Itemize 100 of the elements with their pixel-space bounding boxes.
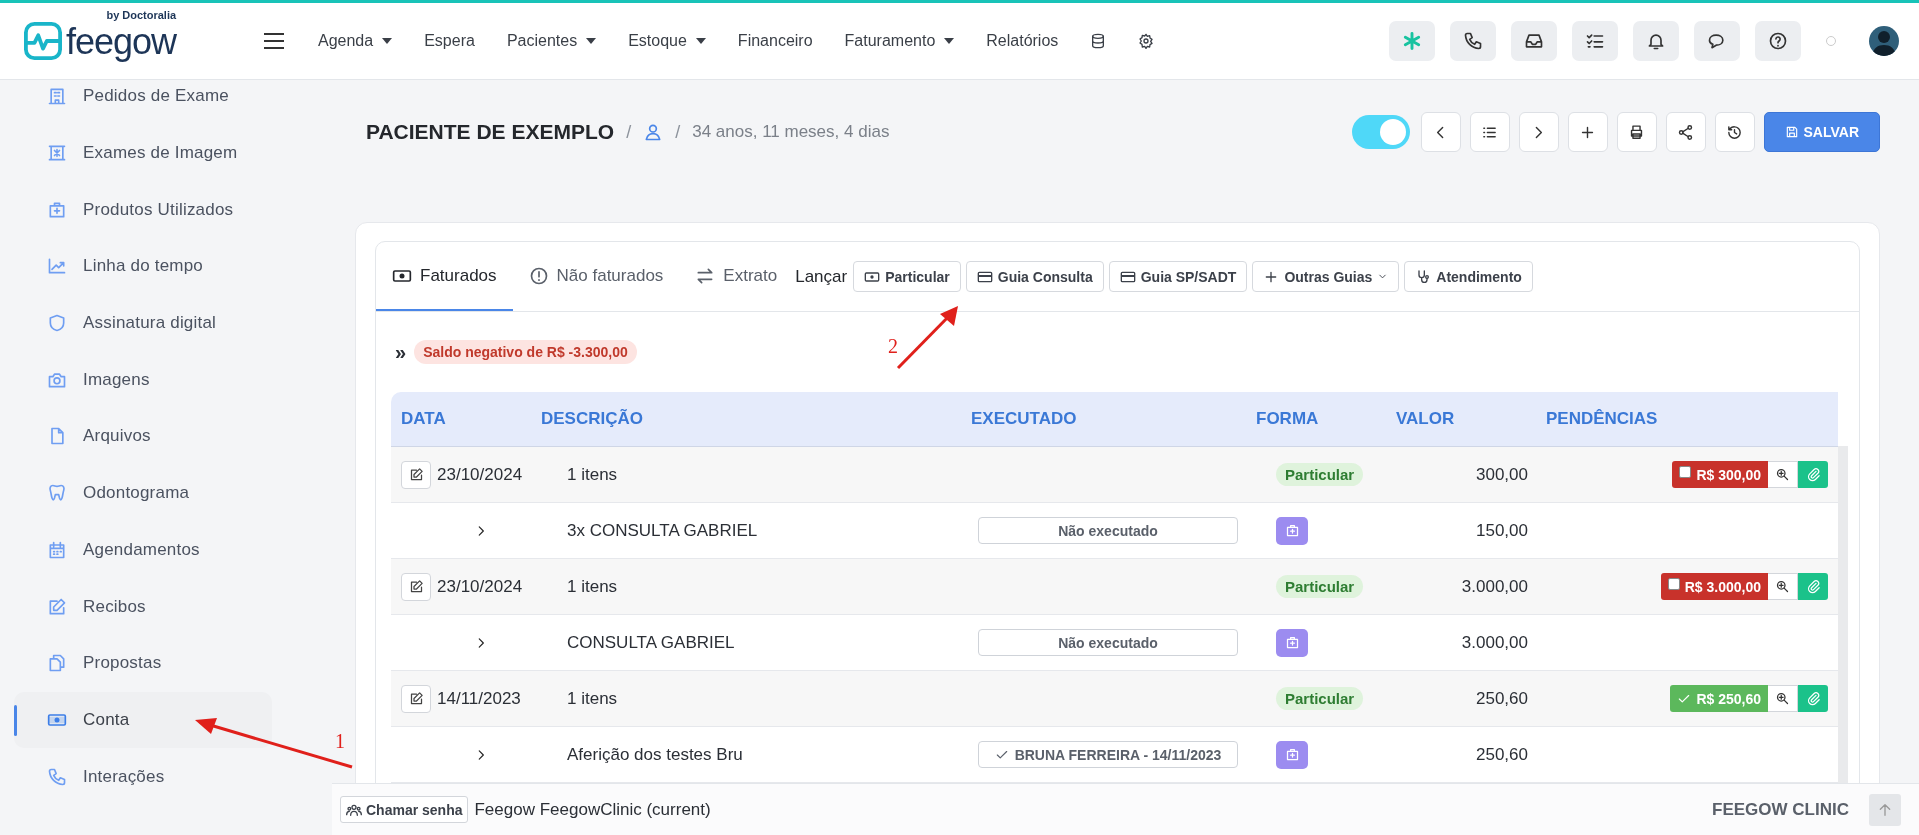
shield-icon (47, 313, 67, 334)
stethoscope-icon (1415, 268, 1432, 285)
x-ray-icon (47, 143, 67, 164)
edit-button[interactable] (401, 572, 431, 601)
zoom-button[interactable] (1768, 573, 1798, 600)
description-cell-text: 1 itens (566, 688, 619, 709)
checkbox[interactable] (1679, 466, 1692, 478)
caret-icon (382, 38, 393, 44)
execution-status[interactable]: Não executado (978, 629, 1238, 656)
medical-kit-button[interactable] (1276, 516, 1308, 545)
save-button[interactable]: SALVAR (1763, 112, 1880, 152)
patient-age: 34 anos, 11 meses, 4 dias (692, 122, 890, 142)
paperclip-icon (1805, 467, 1821, 482)
sidebar-item[interactable]: Pedidos de Exame (14, 68, 272, 125)
phone-icon (47, 766, 67, 787)
list-button[interactable] (1469, 112, 1510, 152)
expand-toggle[interactable]: » (395, 340, 407, 364)
payment-form-badge: Particular (1276, 575, 1364, 598)
nav-item[interactable]: Pacientes (506, 32, 597, 50)
nav-item[interactable]: Faturamento (844, 32, 955, 50)
floppy-icon (1784, 125, 1799, 139)
nav-item[interactable]: Estoque (628, 32, 706, 50)
zoom-in-icon (1775, 579, 1790, 594)
history-button[interactable] (1714, 112, 1755, 152)
value-cell-text: 250,60 (1475, 688, 1529, 709)
sidebar-item[interactable]: Linha do tempo (14, 238, 272, 295)
description-cell-text: 3x CONSULTA GABRIEL (566, 520, 759, 541)
tab[interactable]: Faturados (376, 243, 513, 311)
avatar[interactable] (1869, 26, 1899, 56)
toggle-switch[interactable] (1351, 115, 1410, 149)
sidebar-item[interactable]: Agendamentos (14, 521, 272, 579)
tooth-icon (47, 483, 67, 504)
building-icon (47, 86, 67, 107)
launch-button[interactable]: Outras Guias (1252, 261, 1400, 292)
paperclip-icon (1805, 579, 1821, 594)
settings-icon[interactable] (1138, 33, 1155, 49)
zoom-button[interactable] (1768, 461, 1798, 488)
checkbox[interactable] (1667, 578, 1680, 590)
menu-icon[interactable] (264, 33, 284, 49)
annotation-number: 1 (335, 730, 345, 753)
edit-button[interactable] (401, 460, 431, 489)
column-header: DATA (400, 409, 447, 429)
active-indicator (14, 704, 17, 736)
caret-icon (944, 38, 955, 44)
sidebar-item[interactable]: Conta (14, 691, 272, 749)
nav-item[interactable]: Espera (424, 32, 475, 50)
zoom-in-icon (1775, 467, 1790, 482)
arrow-up-icon (1877, 801, 1893, 818)
execution-status[interactable]: BRUNA FERREIRA - 14/11/2023 (978, 741, 1238, 768)
sidebar-item[interactable]: Imagens (14, 351, 272, 409)
nav-item[interactable]: Financeiro (737, 32, 813, 50)
nav-item[interactable]: Agenda (318, 32, 393, 50)
column-header: VALOR (1395, 409, 1456, 429)
breadcrumb-separator: / (675, 121, 681, 143)
bell-button[interactable] (1633, 21, 1679, 61)
payment-form-badge: Particular (1276, 687, 1364, 710)
pending-amount-button[interactable]: R$ 3.000,00 (1660, 573, 1768, 600)
launch-button[interactable]: Atendimento (1404, 261, 1533, 292)
medical-kit-button[interactable] (1276, 628, 1308, 657)
sidebar-item[interactable]: Recibos (14, 578, 272, 635)
value-cell-text: 3.000,00 (1460, 632, 1529, 653)
zoom-button[interactable] (1768, 685, 1798, 712)
call-ticket-button[interactable]: Chamar senha (340, 796, 469, 823)
sidebar-item[interactable]: Arquivos (14, 408, 272, 465)
breadcrumb-separator: / (626, 121, 632, 143)
logo-icon (24, 22, 62, 60)
launch-button[interactable]: Guia Consulta (965, 261, 1104, 292)
share-button[interactable] (1665, 112, 1706, 152)
database-icon[interactable] (1090, 33, 1107, 49)
phone-button[interactable] (1450, 21, 1496, 61)
sidebar-item[interactable]: Interações (14, 748, 272, 805)
sidebar-item[interactable]: Odontograma (14, 464, 272, 522)
chat-icon (1707, 31, 1727, 51)
checklist-button[interactable] (1572, 21, 1618, 61)
nav-item[interactable]: Relatórios (986, 32, 1059, 50)
share-icon (1677, 123, 1694, 141)
bell-icon (1646, 31, 1666, 51)
clinic-name: FEEGOW CLINIC (1712, 799, 1849, 820)
balance-badge: Saldo negativo de R$ -3.300,00 (414, 340, 637, 364)
printer-icon (1628, 123, 1645, 141)
tab[interactable]: Extrato (679, 243, 794, 311)
description-cell-text: 1 itens (566, 464, 619, 485)
caret-icon (586, 38, 597, 44)
calendar-icon (47, 539, 67, 560)
print-button[interactable] (1616, 112, 1657, 152)
sidebar-item[interactable]: Produtos Utilizados (14, 181, 272, 239)
help-button[interactable] (1755, 21, 1801, 61)
value-cell-text: 250,60 (1475, 744, 1529, 765)
chat-button[interactable] (1694, 21, 1740, 61)
execution-status[interactable]: Não executado (978, 517, 1238, 544)
medical-kit-button[interactable] (1276, 740, 1308, 769)
inbox-button[interactable] (1511, 21, 1557, 61)
sidebar-item[interactable]: Propostas (14, 634, 272, 692)
launch-button[interactable]: Particular (853, 261, 961, 292)
sidebar-item[interactable]: Exames de Imagem (14, 124, 272, 182)
tab[interactable]: Não faturados (512, 243, 680, 311)
sidebar-item[interactable]: Assinatura digital (14, 294, 272, 352)
edit-button[interactable] (401, 684, 431, 713)
launch-button[interactable]: Guia SP/SADT (1108, 261, 1248, 292)
pending-amount-button[interactable]: R$ 300,00 (1672, 461, 1768, 488)
